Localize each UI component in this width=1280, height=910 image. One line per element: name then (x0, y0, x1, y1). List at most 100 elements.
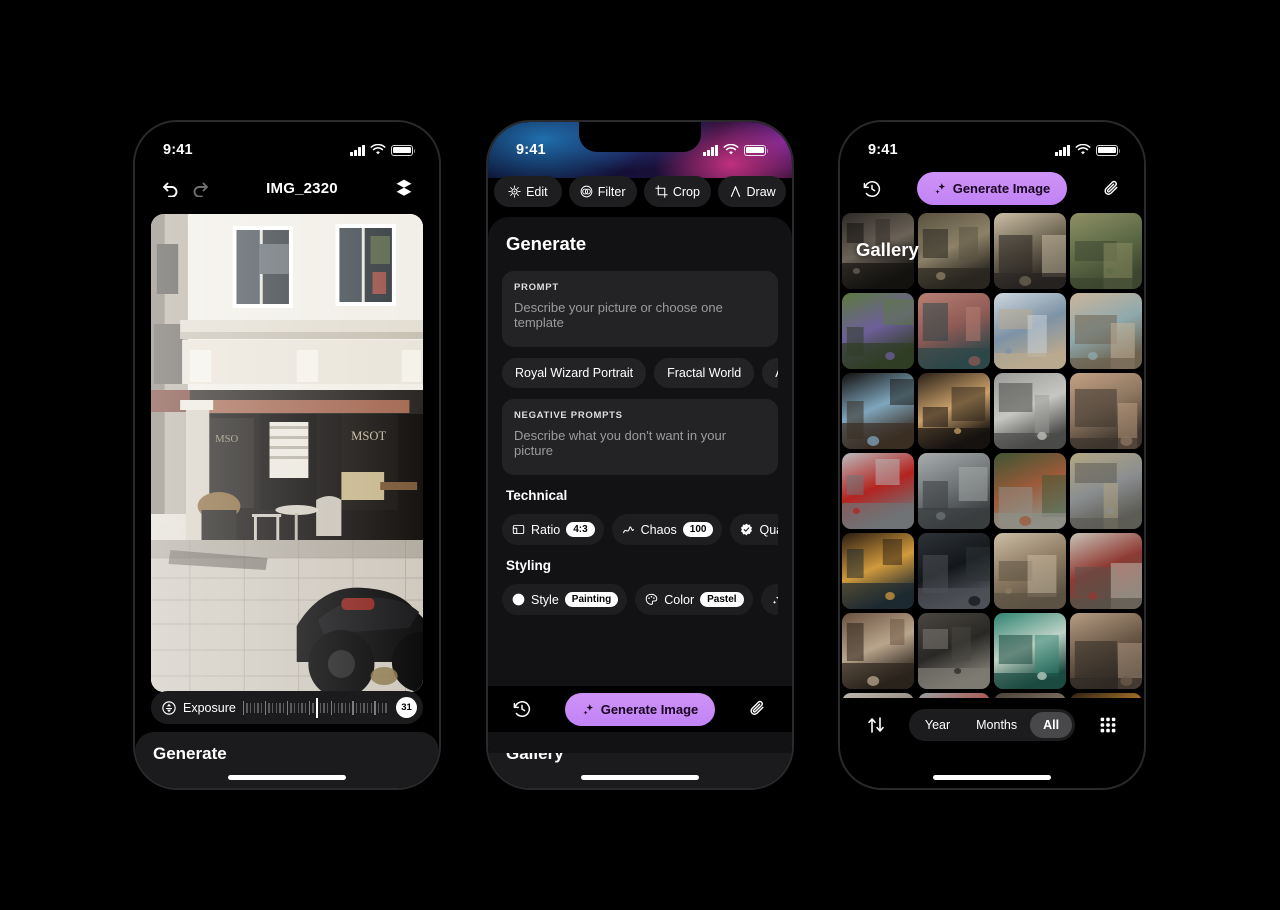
tab-draw[interactable]: Draw (718, 176, 786, 207)
red-phone-box-thumb (842, 453, 914, 529)
gallery-thumbnail[interactable] (994, 373, 1066, 449)
generate-image-button[interactable]: Generate Image (564, 692, 716, 726)
gallery-thumbnail[interactable] (994, 693, 1066, 698)
gallery-grid[interactable] (840, 213, 1144, 698)
gallery-thumbnail[interactable] (994, 293, 1066, 369)
blue-white-building-thumb (994, 293, 1066, 369)
prompt-field[interactable]: PROMPT Describe your picture or choose o… (502, 271, 778, 347)
gallery-thumbnail[interactable] (1070, 213, 1142, 289)
gallery-thumbnail[interactable] (842, 533, 914, 609)
gallery-thumbnail[interactable] (1070, 693, 1142, 698)
template-chip[interactable]: Fractal World (654, 358, 755, 388)
chip-ratio[interactable]: Ratio 4:3 (502, 514, 604, 545)
history-icon[interactable] (862, 179, 882, 199)
template-chip-row[interactable]: Royal Wizard Portrait Fractal World Alie… (502, 358, 778, 388)
exposure-tick (261, 702, 263, 713)
exposure-control[interactable]: Exposure 31 (151, 691, 423, 724)
gallery-thumbnail[interactable] (842, 453, 914, 529)
template-chip[interactable]: Alien Cyberpunk (762, 358, 778, 388)
exposure-tick (330, 700, 332, 715)
gallery-filter-bar: Year Months All (840, 702, 1144, 748)
negative-prompt-field[interactable]: NEGATIVE PROMPTS Describe what you don't… (502, 399, 778, 475)
canal-houses-bw-thumb (918, 453, 990, 529)
generate-image-label: Generate Image (600, 701, 699, 717)
night-bookshelf-lights-thumb (842, 533, 914, 609)
exposure-tick (345, 702, 347, 713)
exposure-tick (301, 702, 303, 713)
chip-quality[interactable]: Quality High (730, 514, 778, 545)
paperclip-icon[interactable] (1102, 179, 1122, 199)
gallery-thumbnail[interactable] (1070, 533, 1142, 609)
gallery-thumbnail[interactable] (918, 453, 990, 529)
history-icon[interactable] (512, 699, 532, 719)
gallery-thumbnail[interactable] (1070, 453, 1142, 529)
gallery-grid-wrap[interactable]: Gallery (840, 213, 1144, 698)
gallery-thumbnail[interactable] (842, 693, 914, 698)
gallery-title: Gallery (856, 239, 919, 260)
ornate-city-square-thumb (1070, 293, 1142, 369)
technical-heading: Technical (506, 488, 568, 503)
exposure-tick (272, 702, 274, 713)
exposure-tick (293, 702, 296, 713)
venice-pink-house-thumb (918, 293, 990, 369)
gallery-thumbnail[interactable] (1070, 373, 1142, 449)
gallery-thumbnail[interactable] (842, 373, 914, 449)
generate-image-button[interactable]: Generate Image (916, 172, 1068, 205)
segment-months[interactable]: Months (963, 712, 1030, 738)
gallery-thumbnail[interactable] (842, 613, 914, 689)
template-chip[interactable]: Royal Wizard Portrait (502, 358, 647, 388)
chip-style-value: Painting (564, 592, 619, 607)
undo-icon[interactable] (155, 173, 185, 203)
edited-photo[interactable]: MSOT MSO (151, 214, 423, 692)
segment-year[interactable]: Year (912, 712, 963, 738)
gallery-thumbnail[interactable] (994, 453, 1066, 529)
exposure-ticks[interactable] (242, 697, 389, 718)
exposure-tick (246, 702, 248, 713)
home-indicator (228, 775, 346, 780)
lavender-forest-thumb (842, 293, 914, 369)
tab-crop-label: Crop (672, 184, 700, 199)
tab-draw-label: Draw (746, 184, 776, 199)
exposure-tick (304, 702, 307, 713)
gallery-thumbnail[interactable] (918, 693, 990, 698)
gallery-thumbnail[interactable] (1070, 293, 1142, 369)
segment-all[interactable]: All (1030, 712, 1073, 738)
gallery-thumbnail[interactable] (918, 373, 990, 449)
exposure-tick (257, 702, 259, 713)
color-icon (645, 593, 658, 605)
chip-chaos[interactable]: Chaos 100 (611, 514, 723, 545)
gallery-thumbnail[interactable] (842, 293, 914, 369)
gallery-thumbnail[interactable] (1070, 613, 1142, 689)
warm-alley-thumb (918, 373, 990, 449)
sort-arrows-icon[interactable] (866, 715, 886, 735)
tab-edit[interactable]: Edit (494, 176, 562, 207)
exposure-tick (352, 700, 354, 715)
gallery-thumbnail[interactable] (918, 613, 990, 689)
gallery-thumbnail[interactable] (918, 533, 990, 609)
chaos-icon (622, 526, 634, 534)
gallery-thumbnail[interactable] (994, 533, 1066, 609)
dark-roof-lines-thumb (918, 533, 990, 609)
paperclip-icon[interactable] (748, 699, 768, 719)
layers-icon[interactable] (389, 173, 419, 203)
gallery-thumbnail[interactable] (918, 213, 990, 289)
chip-color[interactable]: Color Pastel (635, 584, 753, 615)
tab-crop[interactable]: Crop (643, 176, 712, 207)
exposure-cursor[interactable] (315, 697, 318, 718)
prompt-placeholder: Describe your picture or choose one temp… (514, 300, 723, 330)
gallery-thumbnail[interactable] (918, 293, 990, 369)
gallery-thumbnail[interactable] (994, 213, 1066, 289)
grid-view-icon[interactable] (1098, 715, 1118, 735)
redo-icon[interactable] (185, 173, 215, 203)
tab-filter-label: Filter (597, 184, 626, 199)
styling-chip-row: Style Painting Color Pastel (502, 584, 778, 615)
hillside-village-thumb (918, 213, 990, 289)
chip-chaos-label: Chaos (640, 522, 677, 537)
chip-style[interactable]: Style Painting (502, 584, 628, 615)
exposure-tick (341, 702, 343, 713)
chip-light[interactable]: Light Soft (760, 584, 778, 615)
quality-icon (741, 523, 753, 536)
chip-color-value: Pastel (700, 592, 744, 607)
tab-filter[interactable]: Filter (568, 176, 637, 207)
gallery-thumbnail[interactable] (994, 613, 1066, 689)
